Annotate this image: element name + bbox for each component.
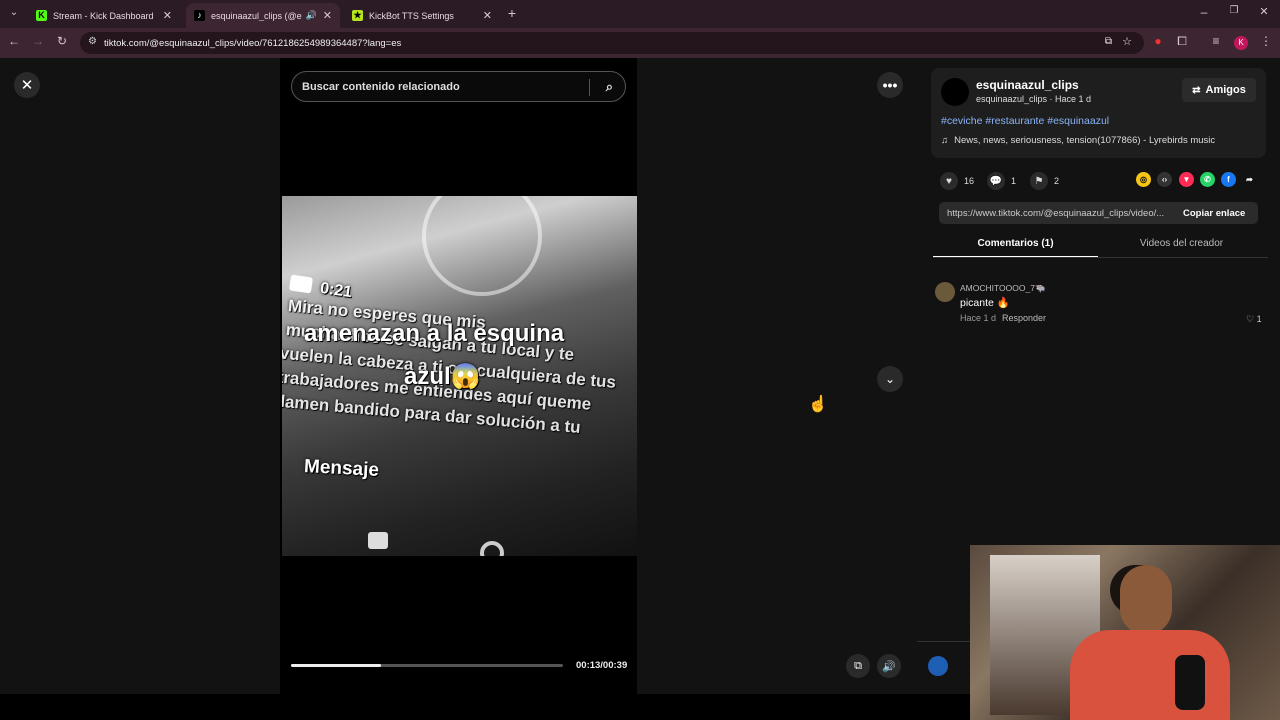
comment-count: 1 xyxy=(1011,176,1017,186)
heart-icon: ♥ xyxy=(940,172,958,190)
site-info-icon[interactable]: ⚙ xyxy=(88,36,97,47)
embed-icon[interactable]: ‹› xyxy=(1157,172,1172,187)
share-arrow-icon[interactable]: ➦ xyxy=(1242,172,1257,187)
comment-text: picante 🔥 xyxy=(960,297,1010,309)
next-video-button[interactable]: ⌄ xyxy=(877,366,903,392)
tiktok-icon: ♪ xyxy=(194,10,205,21)
save-button[interactable]: ⚑ 2 xyxy=(1030,172,1059,190)
tab-title: KickBot TTS Settings xyxy=(369,10,454,21)
tab-title: esquinaazul_clips (@esquin xyxy=(211,10,302,21)
like-count: 16 xyxy=(964,176,975,186)
camera-icon xyxy=(288,274,314,294)
close-tab-icon[interactable]: ✕ xyxy=(323,9,332,22)
tab-tiktok[interactable]: ♪ esquinaazul_clips (@esquin 🔊 ✕ xyxy=(186,3,340,28)
kickbot-icon: ★ xyxy=(352,10,363,21)
swap-icon: ⇄ xyxy=(1192,84,1201,96)
restore-icon[interactable]: ❐ xyxy=(1226,5,1242,16)
chevron-down-icon: ⌄ xyxy=(884,372,896,386)
close-tab-icon[interactable]: ✕ xyxy=(163,9,172,22)
video-caption-line1: amenazan a la esquina xyxy=(304,320,565,347)
save-count: 2 xyxy=(1054,176,1060,186)
profile-avatar-icon[interactable]: K xyxy=(1234,36,1248,50)
share-coin-icon[interactable]: ◎ xyxy=(1136,172,1151,187)
music-note-icon: ♫ xyxy=(941,135,949,146)
whatsapp-icon[interactable]: ✆ xyxy=(1200,172,1215,187)
avatar[interactable] xyxy=(935,282,955,302)
copy-link-button[interactable]: Copiar enlace xyxy=(1183,208,1245,219)
close-tab-icon[interactable]: ✕ xyxy=(483,9,492,22)
comment-like-button[interactable]: ♡ 1 xyxy=(1246,314,1262,325)
webcam-overlay xyxy=(970,545,1280,720)
time-display: 00:13/00:39 xyxy=(576,660,628,671)
url-text: tiktok.com/@esquinaazul_clips/video/7612… xyxy=(104,37,402,49)
pip-button[interactable]: ⧉ xyxy=(846,654,870,678)
forward-icon[interactable]: → xyxy=(30,34,46,48)
message-label: Mensaje xyxy=(303,456,380,481)
comment-like-count: 1 xyxy=(1256,314,1262,324)
friends-button[interactable]: ⇄ Amigos xyxy=(1182,78,1256,102)
music-row[interactable]: ♫ News, news, seriousness, tension(10778… xyxy=(941,135,1215,146)
tab-creator-videos[interactable]: Videos del creador xyxy=(1099,234,1264,258)
share-link-text: https://www.tiktok.com/@esquinaazul_clip… xyxy=(947,207,1165,219)
facebook-icon[interactable]: f xyxy=(1221,172,1236,187)
heart-outline-icon: ♡ xyxy=(1246,314,1255,324)
comment-time: Hace 1 d xyxy=(960,313,997,323)
browser-toolbar: ← → ↻ ⚙ tiktok.com/@esquinaazul_clips/vi… xyxy=(0,28,1280,58)
close-icon: ✕ xyxy=(20,77,34,94)
video-info-card: esquinaazul_clips esquinaazul_clips · Ha… xyxy=(931,68,1266,158)
author-subline: esquinaazul_clips · Hace 1 d xyxy=(976,94,1092,104)
comment-username[interactable]: AMOCHITOOOO_7🐃 xyxy=(960,283,1046,294)
bookmark-star-icon[interactable]: ☆ xyxy=(1122,35,1132,48)
more-dots-icon: ••• xyxy=(882,77,898,93)
comment-button[interactable]: 💬 1 xyxy=(987,172,1016,190)
extension-badge-icon[interactable]: ● xyxy=(1150,34,1166,48)
reply-button[interactable]: Responder xyxy=(1002,313,1046,323)
minimize-icon[interactable]: – xyxy=(1196,5,1212,19)
tab-kick-dashboard[interactable]: K Stream - Kick Dashboard ✕ xyxy=(28,3,180,28)
related-search-input[interactable]: Buscar contenido relacionado ⌕ xyxy=(291,71,626,102)
video-frame: 0:21 Mira no esperes que mis muchachos s… xyxy=(282,196,637,556)
progress-fill xyxy=(291,664,381,667)
browser-tab-bar: ⌄ K Stream - Kick Dashboard ✕ ♪ esquinaa… xyxy=(0,0,1280,28)
audio-playing-icon[interactable]: 🔊 xyxy=(306,10,317,21)
comment-icon: 💬 xyxy=(987,172,1005,190)
mouse-cursor-icon: ☝ xyxy=(808,396,828,413)
reload-icon[interactable]: ↻ xyxy=(54,34,70,48)
user-avatar[interactable] xyxy=(928,656,948,676)
new-tab-icon[interactable]: + xyxy=(504,5,520,21)
friends-label: Amigos xyxy=(1205,84,1246,96)
media-control-icon[interactable]: ≡ xyxy=(1208,34,1224,48)
menu-dots-icon[interactable]: ⋮ xyxy=(1258,34,1274,48)
author-avatar[interactable] xyxy=(941,78,969,106)
video-caption-line2: azul😱 xyxy=(404,363,481,390)
bookmark-icon: ⚑ xyxy=(1030,172,1048,190)
extensions-icon[interactable]: ⧠ xyxy=(1174,34,1190,49)
close-video-button[interactable]: ✕ xyxy=(14,72,40,98)
tab-title: Stream - Kick Dashboard xyxy=(53,10,154,21)
share-link-box[interactable]: https://www.tiktok.com/@esquinaazul_clip… xyxy=(939,202,1258,224)
more-options-button[interactable]: ••• xyxy=(877,72,903,98)
hashtags[interactable]: #ceviche #restaurante #esquinaazul xyxy=(941,115,1109,127)
close-window-icon[interactable]: ✕ xyxy=(1256,5,1272,18)
send-icon[interactable]: ▼ xyxy=(1179,172,1194,187)
author-username[interactable]: esquinaazul_clips xyxy=(976,78,1079,92)
search-icon[interactable]: ⌕ xyxy=(606,79,613,95)
install-app-icon[interactable]: ⧉ xyxy=(1105,36,1112,47)
music-title: News, news, seriousness, tension(1077866… xyxy=(954,135,1216,146)
picture-in-picture-icon: ⧉ xyxy=(854,659,862,672)
kick-icon: K xyxy=(36,10,47,21)
back-icon[interactable]: ← xyxy=(6,34,22,48)
like-button[interactable]: ♥ 16 xyxy=(940,172,974,190)
volume-icon: 🔊 xyxy=(882,660,896,673)
tab-comments[interactable]: Comentarios (1) xyxy=(933,234,1098,258)
address-bar[interactable]: ⚙ tiktok.com/@esquinaazul_clips/video/76… xyxy=(80,32,1144,54)
tab-search-icon[interactable]: ⌄ xyxy=(6,7,22,18)
volume-button[interactable]: 🔊 xyxy=(877,654,901,678)
search-placeholder: Buscar contenido relacionado xyxy=(302,80,460,93)
tab-kickbot[interactable]: ★ KickBot TTS Settings ✕ xyxy=(344,3,500,28)
